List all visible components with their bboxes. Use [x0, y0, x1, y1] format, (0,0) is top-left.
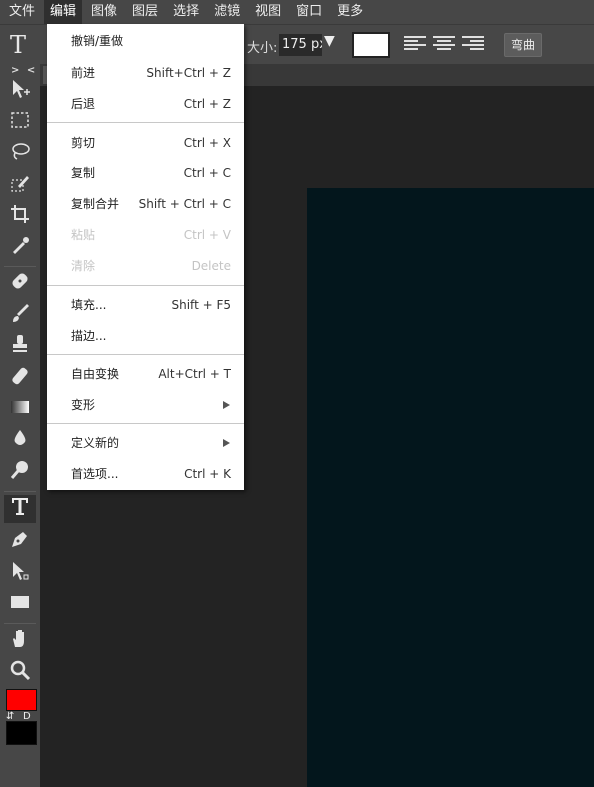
menu-item-stroke[interactable]: 描边... — [47, 321, 244, 351]
menu-more[interactable]: 更多 — [331, 0, 369, 24]
menu-file[interactable]: 文件 — [3, 0, 41, 24]
menu-item-step-forward[interactable]: 前进 Shift+Ctrl + Z — [47, 58, 244, 88]
menu-filter[interactable]: 滤镜 — [208, 0, 246, 24]
brush-tool-icon[interactable] — [4, 302, 36, 330]
toolbar-divider — [4, 491, 36, 492]
menu-item-define-new[interactable]: 定义新的 — [47, 428, 244, 458]
menu-image[interactable]: 图像 — [85, 0, 123, 24]
type-tool-button[interactable] — [4, 495, 36, 523]
font-size-input[interactable]: 175 px — [279, 34, 322, 56]
gradient-tool-icon[interactable] — [4, 396, 36, 424]
eyedropper-tool-icon[interactable] — [4, 234, 36, 262]
size-label: 大小: — [247, 41, 278, 56]
path-select-tool-icon[interactable] — [4, 560, 36, 588]
menu-item-paste: 粘贴 Ctrl + V — [71, 228, 231, 242]
align-center-icon[interactable] — [433, 36, 455, 54]
text-color-swatch[interactable] — [352, 32, 390, 58]
menu-select[interactable]: 选择 — [167, 0, 205, 24]
marquee-tool-icon[interactable] — [4, 109, 36, 137]
menu-item-copy-merged[interactable]: 复制合并 Shift + Ctrl + C — [47, 189, 244, 219]
type-tool-icon: T — [10, 31, 27, 59]
menu-divider — [47, 122, 244, 123]
background-color-swatch[interactable] — [6, 721, 37, 745]
blur-tool-icon[interactable] — [4, 427, 36, 455]
align-right-icon[interactable] — [462, 36, 484, 54]
menu-item-clear: 清除 Delete — [71, 259, 231, 273]
menu-item-copy[interactable]: 复制 Ctrl + C — [47, 158, 244, 188]
rectangle-tool-icon[interactable] — [4, 591, 36, 619]
menu-divider — [47, 354, 244, 355]
canvas-document[interactable] — [307, 188, 594, 787]
lasso-tool-icon[interactable] — [4, 140, 36, 168]
menu-divider — [47, 423, 244, 424]
warp-text-button[interactable]: 弯曲 — [504, 33, 542, 57]
toolbar-divider — [4, 266, 36, 267]
menu-item-free-transform[interactable]: 自由变换 Alt+Ctrl + T — [47, 359, 244, 389]
eraser-tool-icon[interactable] — [4, 365, 36, 393]
zoom-tool-icon[interactable] — [4, 659, 36, 687]
menu-divider — [47, 285, 244, 286]
dodge-tool-icon[interactable] — [4, 459, 36, 487]
crop-tool-icon[interactable] — [4, 203, 36, 231]
submenu-arrow-icon — [223, 401, 230, 409]
menu-item-transform[interactable]: 变形 — [47, 390, 244, 420]
move-tool-icon[interactable] — [4, 78, 36, 106]
menu-bar: 文件 编辑 图像 图层 选择 滤镜 视图 窗口 更多 — [0, 0, 594, 24]
menu-item-preferences[interactable]: 首选项... Ctrl + K — [47, 459, 244, 489]
menu-item-fill[interactable]: 填充... Shift + F5 — [47, 290, 244, 320]
edit-menu-dropdown: 撤销/重做 前进 Shift+Ctrl + Z 后退 Ctrl + Z 剪切 C… — [47, 24, 244, 490]
pen-tool-icon[interactable] — [4, 528, 36, 556]
clone-stamp-tool-icon[interactable] — [4, 333, 36, 361]
healing-brush-tool-icon[interactable] — [4, 270, 36, 298]
menu-edit[interactable]: 编辑 — [44, 0, 83, 24]
toolbar-divider — [4, 623, 36, 624]
menu-item-cut[interactable]: 剪切 Ctrl + X — [47, 128, 244, 158]
collapse-panel-icon[interactable]: > < — [11, 65, 37, 76]
menu-window[interactable]: 窗口 — [290, 0, 328, 24]
submenu-arrow-icon — [223, 439, 230, 447]
align-left-icon[interactable] — [404, 36, 426, 54]
menu-item-undo-redo[interactable]: 撤销/重做 — [47, 26, 244, 56]
menu-view[interactable]: 视图 — [249, 0, 287, 24]
quick-select-tool-icon[interactable] — [4, 172, 36, 200]
chevron-down-icon[interactable]: ▼ — [324, 33, 335, 49]
menu-layer[interactable]: 图层 — [126, 0, 164, 24]
hand-tool-icon[interactable] — [4, 627, 36, 655]
foreground-color-swatch[interactable] — [6, 689, 37, 711]
menu-item-step-backward[interactable]: 后退 Ctrl + Z — [47, 89, 244, 119]
